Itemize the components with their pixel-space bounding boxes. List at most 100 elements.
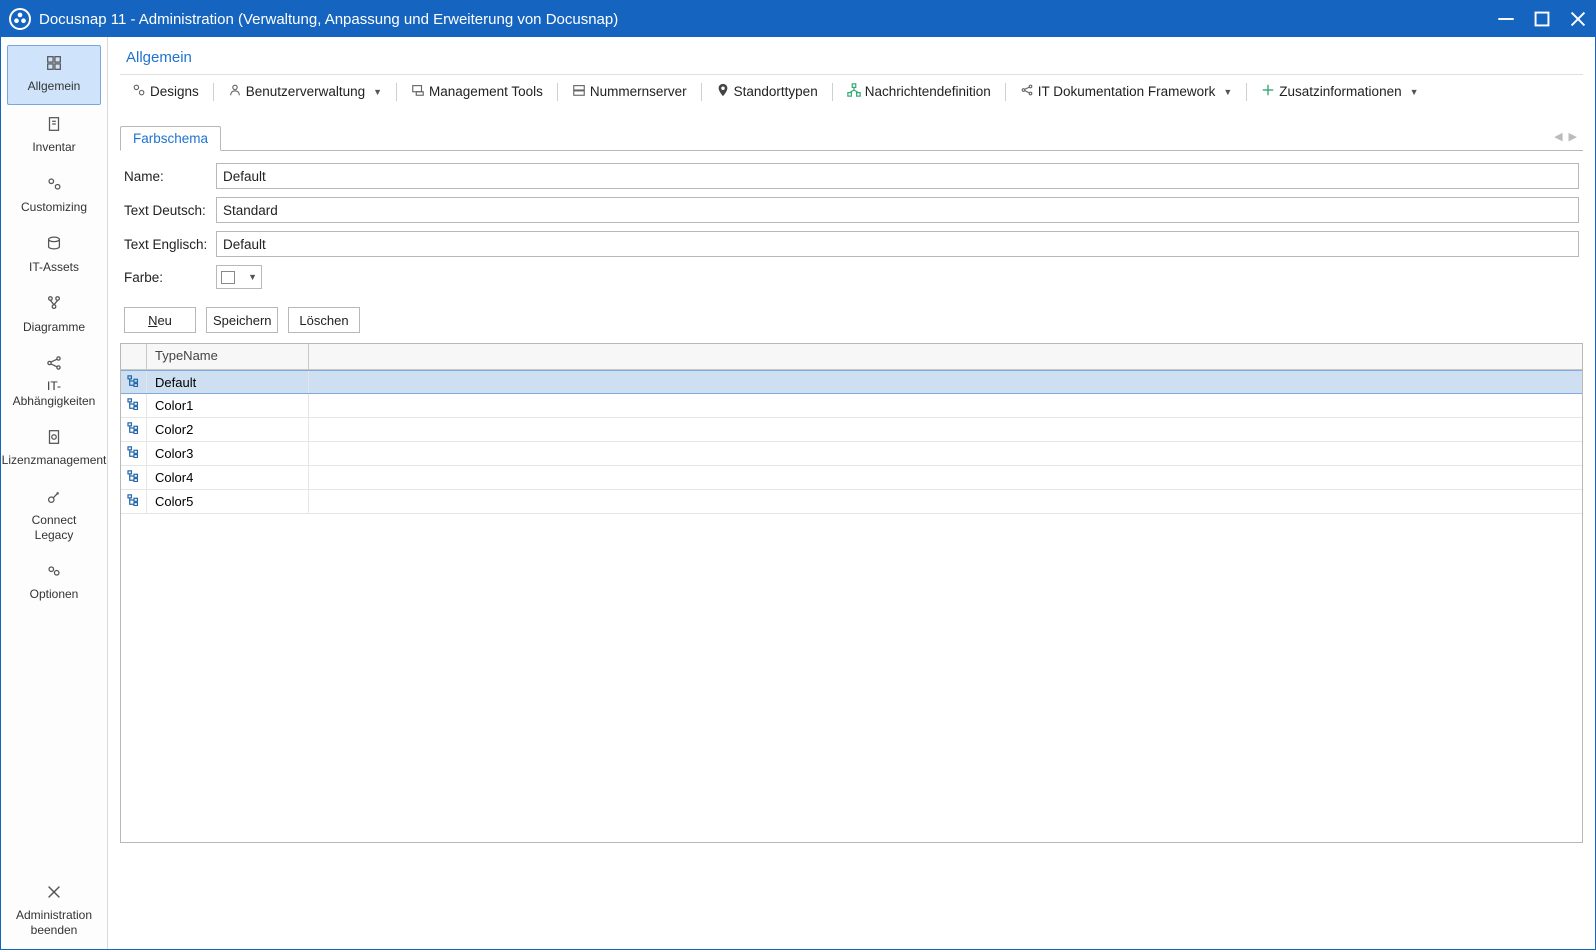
toolbar: Designs Benutzerverwaltung▼ Management Too…: [120, 74, 1583, 108]
tab-next-icon[interactable]: ▶: [1569, 130, 1577, 143]
toolbar-icon: [572, 83, 586, 100]
hierarchy-icon: [127, 398, 141, 413]
toolbar-item-label: Standorttypen: [734, 84, 818, 99]
toolbar-icon: [411, 83, 425, 100]
color-picker[interactable]: ▼: [216, 265, 262, 289]
grid-body[interactable]: DefaultColor1Color2Color3Color4Color5: [121, 370, 1582, 842]
tab-farbschema[interactable]: Farbschema: [120, 126, 221, 151]
toolbar-item-label: IT Dokumentation Framework: [1038, 84, 1216, 99]
grid: TypeName DefaultColor1Color2Color3Color4…: [120, 343, 1583, 843]
row-rest: [309, 371, 1582, 393]
sidebar-item-label: Optionen: [30, 587, 79, 601]
toolbar-separator: [701, 83, 702, 101]
sidebar-item-optionen[interactable]: Optionen: [7, 554, 101, 612]
page-title: Allgemein: [120, 45, 1583, 74]
speichern-button[interactable]: Speichern: [206, 307, 278, 333]
sidebar-item-label: Connect Legacy: [11, 513, 97, 542]
hierarchy-icon: [127, 422, 141, 437]
toolbar-item-it-dokumentation-framework[interactable]: IT Dokumentation Framework▼: [1010, 79, 1243, 104]
name-input[interactable]: [216, 163, 1579, 189]
table-row[interactable]: Color2: [121, 418, 1582, 442]
row-icon-cell: [121, 442, 147, 465]
toolbar-item-benutzerverwaltung[interactable]: Benutzerverwaltung▼: [218, 79, 392, 104]
sidebar-item-it-abh-ngigkeiten[interactable]: IT-Abhängigkeiten: [7, 346, 101, 418]
toolbar-item-label: Nachrichtendefinition: [865, 84, 991, 99]
sidebar-icon: [45, 54, 63, 75]
maximize-button[interactable]: [1533, 10, 1551, 28]
tab-prev-icon[interactable]: ◀: [1554, 130, 1562, 143]
row-rest: [309, 394, 1582, 417]
toolbar-icon: [716, 83, 730, 100]
hierarchy-icon: [127, 470, 141, 485]
text-en-input[interactable]: [216, 231, 1579, 257]
grid-header-indicator[interactable]: [121, 344, 147, 369]
sidebar-icon: [45, 175, 63, 196]
row-typename: Color3: [147, 442, 309, 465]
toolbar-item-zusatzinformationen[interactable]: Zusatzinformationen ▼: [1251, 79, 1428, 104]
sidebar-item-customizing[interactable]: Customizing: [7, 167, 101, 225]
row-typename: Color5: [147, 490, 309, 513]
hierarchy-icon: [127, 375, 141, 390]
row-typename: Color1: [147, 394, 309, 417]
table-row[interactable]: Color3: [121, 442, 1582, 466]
toolbar-item-label: Management Tools: [429, 84, 543, 99]
toolbar-separator: [213, 83, 214, 101]
grid-header-typename[interactable]: TypeName: [147, 344, 309, 369]
sidebar-item-lizenzmanagement[interactable]: Lizenzmanagement: [7, 420, 101, 478]
toolbar-item-standorttypen[interactable]: Standorttypen: [706, 79, 828, 104]
name-label: Name:: [124, 169, 216, 184]
tab-nav-arrows[interactable]: ◀ ▶: [1554, 126, 1583, 151]
sidebar-item-label: Inventar: [32, 140, 75, 154]
close-button[interactable]: [1569, 10, 1587, 28]
table-row[interactable]: Color4: [121, 466, 1582, 490]
sidebar-item-allgemein[interactable]: Allgemein: [7, 45, 101, 105]
sidebar-item-connect-legacy[interactable]: Connect Legacy: [7, 480, 101, 552]
sidebar-exit-admin[interactable]: Administration beenden: [7, 875, 101, 947]
sidebar-icon: [45, 488, 63, 509]
loeschen-button[interactable]: Löschen: [288, 307, 360, 333]
toolbar-separator: [1246, 83, 1247, 101]
hierarchy-icon: [127, 446, 141, 461]
sidebar-item-it-assets[interactable]: IT-Assets: [7, 226, 101, 284]
table-row[interactable]: Default: [121, 370, 1582, 394]
minimize-button[interactable]: [1497, 10, 1515, 28]
grid-header: TypeName: [121, 344, 1582, 370]
sidebar-item-inventar[interactable]: Inventar: [7, 107, 101, 165]
toolbar-item-management-tools[interactable]: Management Tools: [401, 79, 553, 104]
sidebar-icon: [45, 294, 63, 315]
text-de-input[interactable]: [216, 197, 1579, 223]
chevron-down-icon: ▼: [1410, 87, 1419, 97]
table-row[interactable]: Color5: [121, 490, 1582, 514]
row-icon-cell: [121, 490, 147, 513]
farbe-label: Farbe:: [124, 270, 216, 285]
sidebar-item-label: Lizenzmanagement: [2, 453, 107, 467]
sidebar-item-diagramme[interactable]: Diagramme: [7, 286, 101, 344]
row-rest: [309, 490, 1582, 513]
toolbar-icon: [1261, 83, 1275, 100]
table-row[interactable]: Color1: [121, 394, 1582, 418]
chevron-down-icon: ▼: [248, 272, 257, 282]
form-area: Name: Text Deutsch: Text Englisch: Farbe…: [120, 151, 1583, 305]
action-buttons: Neu Speichern Löschen: [120, 305, 1583, 343]
tabstrip: Farbschema ◀ ▶: [120, 126, 1583, 151]
row-typename: Default: [147, 371, 309, 393]
neu-button[interactable]: Neu: [124, 307, 196, 333]
row-icon-cell: [121, 418, 147, 441]
toolbar-item-label: Zusatzinformationen: [1279, 84, 1401, 99]
row-icon-cell: [121, 394, 147, 417]
toolbar-separator: [557, 83, 558, 101]
sidebar-item-label: IT-Abhängigkeiten: [11, 379, 97, 408]
sidebar-icon: [45, 562, 63, 583]
grid-header-rest: [309, 344, 1582, 369]
sidebar-exit-label: Administration beenden: [11, 908, 97, 937]
toolbar-item-designs[interactable]: Designs: [122, 79, 209, 104]
app-icon: [9, 8, 31, 30]
toolbar-separator: [396, 83, 397, 101]
toolbar-item-nummernserver[interactable]: Nummernserver: [562, 79, 697, 104]
sidebar-item-label: IT-Assets: [29, 260, 79, 274]
sidebar-item-label: Customizing: [21, 200, 87, 214]
sidebar-icon: [45, 354, 63, 375]
toolbar-item-nachrichtendefinition[interactable]: Nachrichtendefinition: [837, 79, 1001, 104]
sidebar-icon: [45, 428, 63, 449]
row-rest: [309, 418, 1582, 441]
